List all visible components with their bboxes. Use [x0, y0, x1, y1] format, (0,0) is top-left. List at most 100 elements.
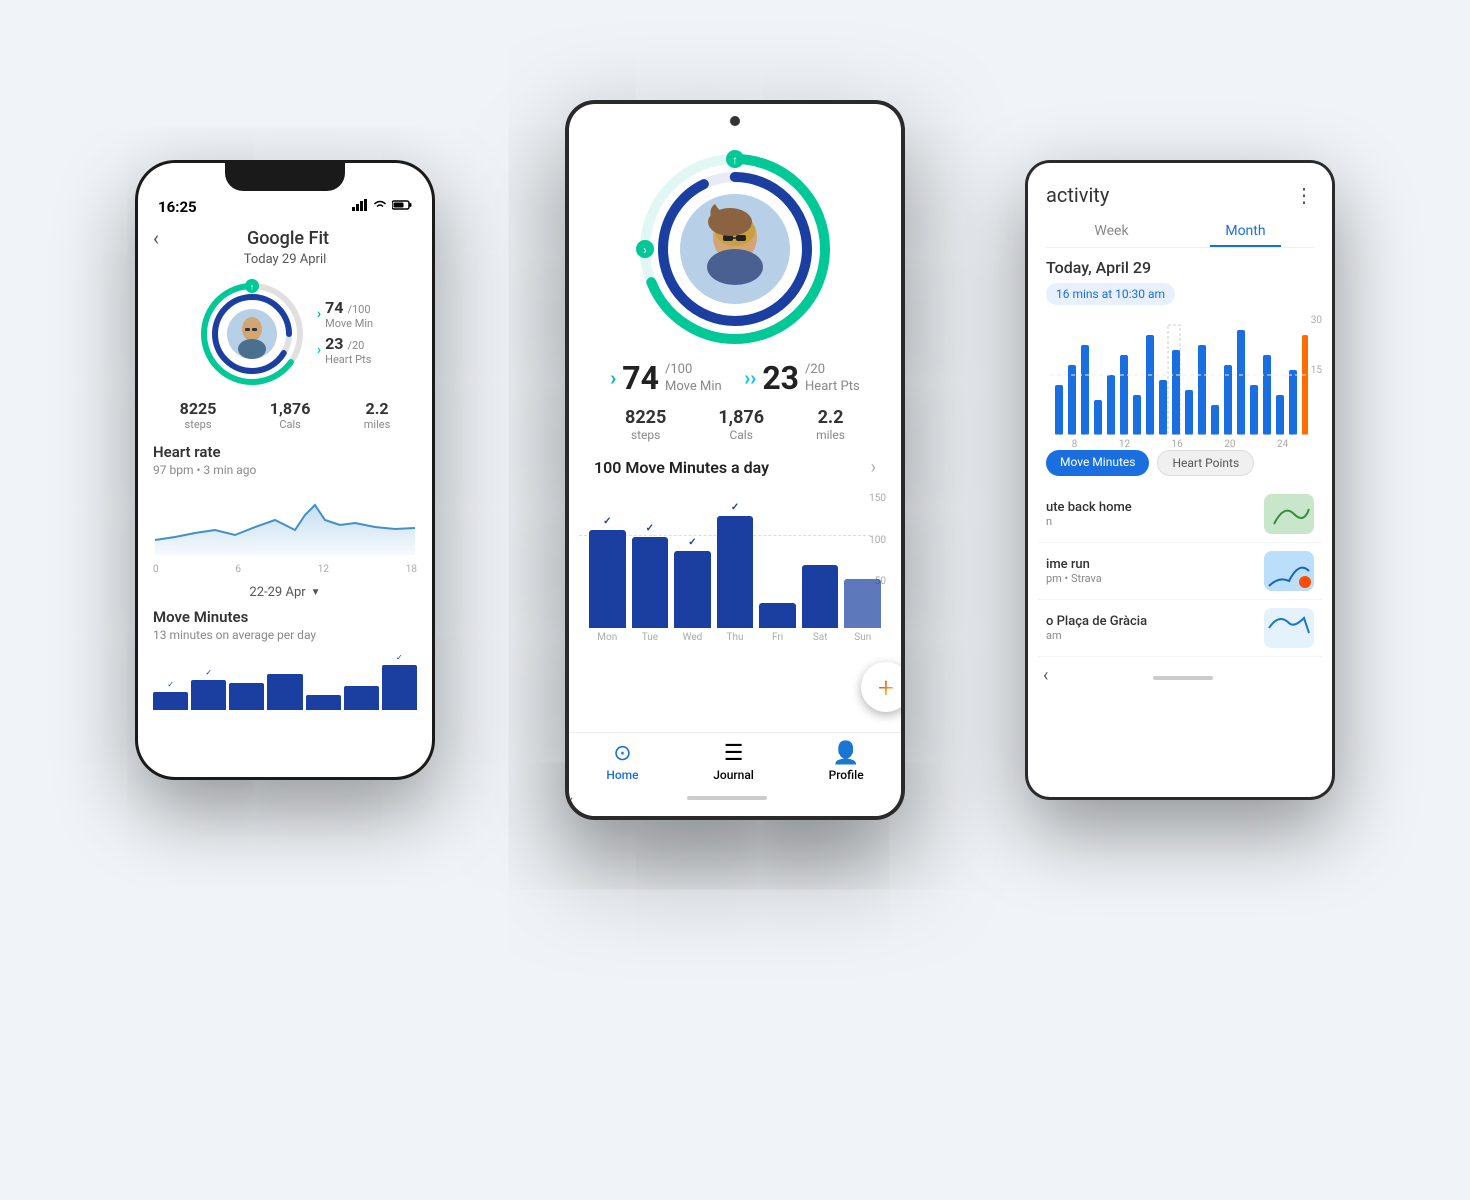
svg-text:↑: ↑ [250, 283, 255, 293]
journal-label: Journal [713, 768, 754, 782]
right-chart-area: 30 15 [1028, 310, 1332, 450]
activity-item-1[interactable]: ute back home n [1038, 486, 1322, 543]
bar-wed: ✓ [674, 551, 711, 628]
nav-home[interactable]: ⊙ Home [606, 741, 638, 782]
map-thumbnail-1 [1264, 494, 1314, 534]
map-thumbnail-2 [1264, 551, 1314, 591]
heart-arrow-icon: › [317, 342, 321, 358]
bar-tue: ✓ [632, 537, 669, 628]
app-title: Google Fit [247, 228, 329, 249]
nav-profile[interactable]: 👤 Profile [829, 741, 864, 782]
chart-axis-left: 0 6 12 18 [153, 564, 417, 575]
tab-month[interactable]: Month [1210, 217, 1280, 247]
activity-list: ute back home n ime run [1028, 486, 1332, 657]
date-range-text: 22-29 Apr [249, 585, 305, 600]
center-heart-max: /20 [805, 362, 860, 377]
nav-journal[interactable]: ☰ Journal [713, 741, 754, 782]
iphone-status-icons [352, 199, 412, 215]
bar-label-mon: Mon [589, 632, 626, 643]
right-home-indicator [1153, 676, 1213, 680]
center-steps-lbl: steps [625, 428, 666, 442]
x-label-12: 12 [1119, 439, 1130, 450]
steps-label: steps [180, 418, 217, 431]
activity-ring-left: ↑ › 74 /100 Move Min › [153, 279, 417, 389]
bar-item [306, 695, 341, 710]
android-camera [730, 116, 740, 126]
fab-plus-icon: + [878, 671, 894, 704]
right-title: activity [1046, 183, 1109, 207]
profile-icon: 👤 [832, 741, 859, 766]
move-minutes-title: Move Minutes [153, 608, 417, 626]
activity-badge: 16 mins at 10:30 am [1046, 283, 1175, 305]
right-bar-chart-svg [1046, 315, 1314, 435]
right-menu-icon[interactable]: ⋮ [1294, 183, 1314, 207]
back-button[interactable]: ‹ [153, 226, 159, 250]
wifi-icon [372, 199, 388, 215]
move-minutes-section: Move Minutes 13 minutes on average per d… [153, 608, 417, 710]
activity-map-3 [1264, 608, 1314, 648]
x-label-20: 20 [1224, 439, 1235, 450]
center-miles-lbl: miles [816, 428, 845, 442]
bar-item: ✓ [191, 680, 226, 710]
iphone-notch [225, 163, 345, 191]
bar-thu: ✓ [717, 516, 754, 628]
center-bar-labels: Mon Tue Wed Thu Fri Sat Sun [589, 632, 881, 643]
activity-time-2: pm • Strava [1046, 572, 1264, 585]
dropdown-arrow-icon: ▼ [311, 587, 321, 598]
right-x-labels: 8 12 16 20 24 [1046, 439, 1314, 450]
activity-time-3: am [1046, 629, 1264, 642]
check-icon: ✓ [167, 680, 174, 689]
move-min-stat: › 74 /100 Move Min [317, 298, 373, 330]
check-icon: ✓ [688, 537, 696, 548]
bar-mon: ✓ [589, 530, 626, 628]
steps-item: 8225 steps [180, 399, 217, 431]
activity-info-1: ute back home n [1046, 500, 1264, 528]
check-icon: ✓ [205, 668, 212, 677]
axis-12: 12 [318, 564, 329, 575]
battery-icon [392, 199, 412, 215]
center-heart-label: Heart Pts [805, 379, 860, 394]
svg-text:↑: ↑ [732, 153, 738, 167]
tab-week[interactable]: Week [1079, 217, 1143, 247]
miles-value: 2.2 [364, 399, 391, 418]
center-heart-arrow-icon: ›› [744, 366, 756, 390]
bar-item [229, 683, 264, 710]
check-icon: ✓ [396, 653, 403, 662]
center-miles: 2.2 miles [816, 407, 845, 442]
left-date: Today 29 April [153, 252, 417, 267]
heart-max: /20 [347, 339, 364, 352]
ring-svg-left: ↑ [197, 279, 307, 389]
y-label-30: 30 [1311, 315, 1322, 326]
steps-row-left: 8225 steps 1,876 Cals 2.2 miles [153, 399, 417, 431]
profile-label: Profile [829, 768, 864, 782]
pill-move-minutes[interactable]: Move Minutes [1046, 450, 1149, 476]
filter-pills: Move Minutes Heart Points [1028, 450, 1332, 476]
goal-arrow-icon: › [871, 457, 876, 478]
center-heart-num: 23 [762, 359, 799, 397]
home-label: Home [606, 768, 638, 782]
center-cals: 1,876 Cals [718, 407, 764, 442]
android-back-btn[interactable]: ‹ [569, 792, 573, 808]
goal-text: 100 Move Minutes a day [594, 458, 769, 477]
bar-item: ✓ [382, 665, 417, 710]
right-date: Today, April 29 [1046, 258, 1314, 277]
center-content: ↑ › › 74 /100 Move Min [569, 104, 901, 732]
activity-map-2 [1264, 551, 1314, 591]
goal-row[interactable]: 100 Move Minutes a day › [569, 457, 901, 478]
date-range-btn[interactable]: 22-29 Apr ▼ [153, 585, 417, 600]
axis-0: 0 [153, 564, 159, 575]
center-move-label: Move Min [665, 379, 722, 394]
x-label-8: 8 [1072, 439, 1078, 450]
pill-heart-points[interactable]: Heart Points [1157, 450, 1254, 476]
center-steps-row: 8225 steps 1,876 Cals 2.2 miles [599, 407, 871, 442]
phone-center: ↑ › › 74 /100 Move Min [565, 100, 905, 820]
center-miles-val: 2.2 [816, 407, 845, 428]
bar-item: ✓ [153, 692, 188, 710]
center-move-row: › 74 /100 Move Min ›› 23 /20 [599, 359, 871, 397]
activity-item-2[interactable]: ime run pm • Strava [1038, 543, 1322, 600]
right-nav-bar: ‹ [1028, 657, 1332, 699]
center-bar-chart-area: 150 100 50 ✓ ✓ ✓ [569, 488, 901, 668]
strava-badge [1299, 576, 1311, 588]
bar-label-sun: Sun [844, 632, 881, 643]
activity-item-3[interactable]: o Plaça de Gràcia am [1038, 600, 1322, 657]
